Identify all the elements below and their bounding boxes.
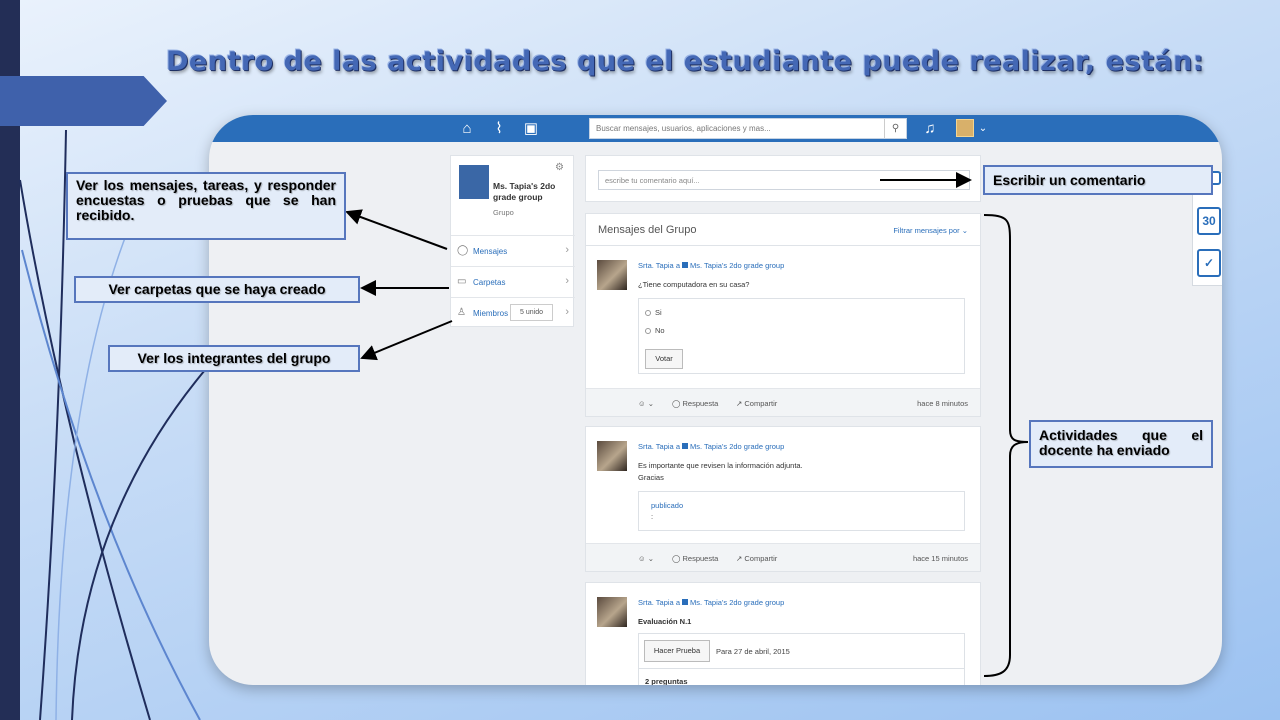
annotation-comment: Escribir un comentario: [983, 165, 1213, 195]
arrow-members: [360, 320, 453, 361]
annotation-members: Ver los integrantes del grupo: [108, 345, 360, 372]
bracket-activities: [983, 214, 1029, 677]
annotation-activities: Actividades que el docente ha enviado: [1029, 420, 1213, 468]
annotation-folders: Ver carpetas que se haya creado: [74, 276, 360, 303]
arrow-messages: [345, 209, 448, 250]
annotation-messages: Ver los mensajes, tareas, y responder en…: [66, 172, 346, 240]
